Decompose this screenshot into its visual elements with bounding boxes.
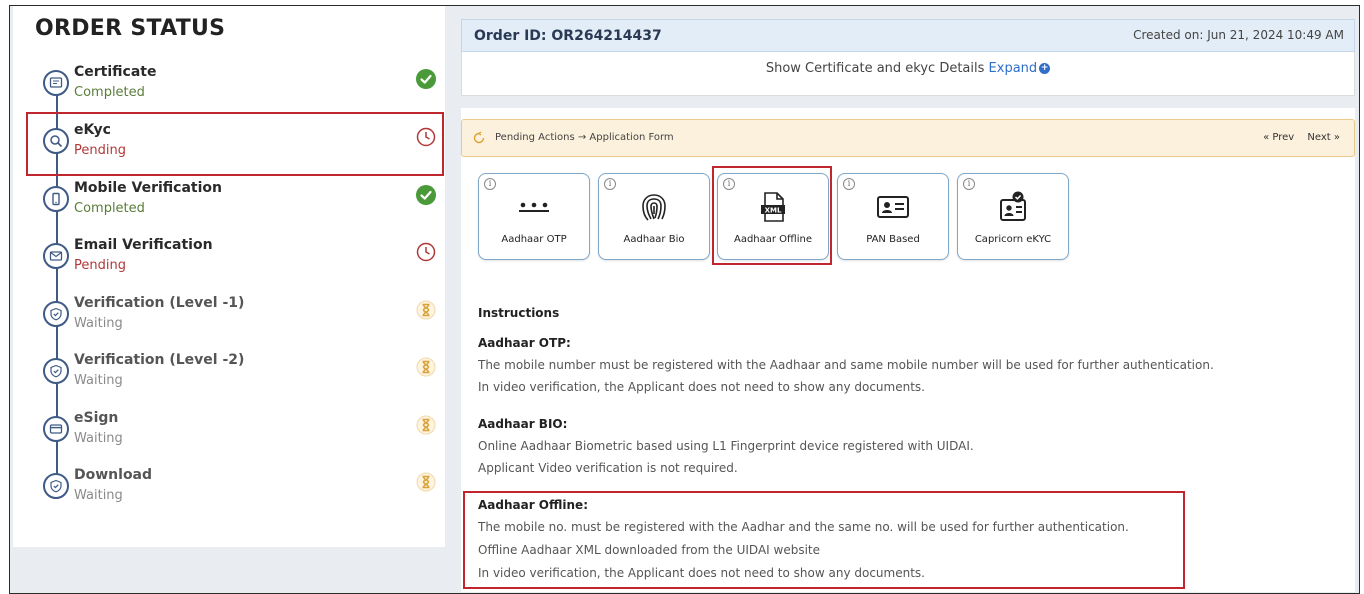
order-header: Order ID: OR264214437 Created on: Jun 21… (461, 19, 1355, 52)
mail-icon (43, 243, 69, 269)
info-icon[interactable]: i (484, 178, 496, 190)
order-status-panel: ORDER STATUS Certificate Completed eKyc … (13, 6, 445, 547)
hourglass-icon (416, 472, 436, 492)
order-id: Order ID: OR264214437 (474, 28, 662, 44)
step-title: Email Verification (74, 237, 213, 253)
otp-line: In video verification, the Applicant doe… (478, 380, 925, 394)
check-circle-icon (416, 69, 436, 89)
step-status: Waiting (74, 488, 123, 503)
hourglass-icon (416, 357, 436, 377)
created-date: Created on: Jun 21, 2024 10:49 AM (1133, 28, 1344, 42)
prev-button[interactable]: « Prev (1263, 132, 1294, 143)
hourglass-icon (416, 415, 436, 435)
info-icon[interactable]: i (843, 178, 855, 190)
bio-line: Online Aadhaar Biometric based using L1 … (478, 439, 974, 453)
highlight-box (26, 112, 444, 176)
verified-id-icon (958, 191, 1068, 222)
check-circle-icon (416, 185, 436, 205)
step-title: Verification (Level -2) (74, 352, 245, 368)
details-expander: Show Certificate and ekyc Details Expand… (461, 52, 1355, 96)
step-title: Verification (Level -1) (74, 295, 245, 311)
expand-link[interactable]: Expand (989, 61, 1038, 76)
dots-icon (479, 192, 589, 222)
method-card-capricorn-ekyc[interactable]: i Capricorn eKYC (957, 173, 1069, 260)
otp-line: The mobile number must be registered wit… (478, 358, 1214, 372)
step-title: Download (74, 467, 153, 483)
info-icon[interactable]: i (604, 178, 616, 190)
card-icon (43, 416, 69, 442)
bio-line: Applicant Video verification is not requ… (478, 461, 738, 475)
shield-icon (43, 358, 69, 384)
shield-icon (43, 473, 69, 499)
step-verification-level-2[interactable]: Verification (Level -2) Waiting (13, 352, 445, 404)
method-label: Aadhaar Bio (623, 234, 685, 245)
pager: « Prev Next » (1253, 132, 1340, 143)
clock-icon (416, 242, 436, 262)
hourglass-icon (416, 300, 436, 320)
method-label: Aadhaar OTP (501, 234, 567, 245)
show-details-text: Show Certificate and ekyc Details Expand… (462, 61, 1354, 76)
step-status: Waiting (74, 316, 123, 331)
info-icon[interactable]: i (963, 178, 975, 190)
certificate-icon (43, 70, 69, 96)
next-button[interactable]: Next » (1307, 132, 1340, 143)
step-title: Certificate (74, 64, 157, 80)
method-label: Capricorn eKYC (974, 234, 1052, 245)
fingerprint-icon (599, 192, 709, 222)
step-status: Waiting (74, 373, 123, 388)
step-mobile-verification[interactable]: Mobile Verification Completed (13, 180, 445, 232)
otp-heading: Aadhaar OTP: (478, 336, 571, 350)
shield-icon (43, 301, 69, 327)
step-download[interactable]: Download Waiting (13, 467, 445, 519)
pending-actions-text: Pending Actions → Application Form (495, 132, 674, 143)
step-title: Mobile Verification (74, 180, 223, 196)
step-status: Waiting (74, 431, 123, 446)
step-status: Pending (74, 258, 126, 273)
step-email-verification[interactable]: Email Verification Pending (13, 237, 445, 289)
pending-icon (473, 131, 485, 144)
plus-circle-icon[interactable]: + (1039, 63, 1051, 74)
id-card-icon (838, 192, 948, 222)
mobile-icon (43, 186, 69, 212)
order-status-title: ORDER STATUS (35, 16, 226, 41)
pending-actions-bar: Pending Actions → Application Form « Pre… (461, 119, 1355, 157)
method-card-aadhaar-bio[interactable]: i Aadhaar Bio (598, 173, 710, 260)
step-certificate[interactable]: Certificate Completed (13, 64, 445, 116)
instructions-title: Instructions (478, 306, 560, 320)
highlight-box (463, 491, 1185, 589)
step-title: eSign (74, 410, 119, 426)
bio-heading: Aadhaar BIO: (478, 417, 568, 431)
step-status: Completed (74, 201, 145, 216)
method-card-aadhaar-otp[interactable]: i Aadhaar OTP (478, 173, 590, 260)
show-details-label: Show Certificate and ekyc Details (765, 61, 985, 76)
method-label: PAN Based (866, 234, 920, 245)
step-status: Completed (74, 85, 145, 100)
method-card-pan-based[interactable]: i PAN Based (837, 173, 949, 260)
step-verification-level-1[interactable]: Verification (Level -1) Waiting (13, 295, 445, 347)
highlight-box (712, 166, 832, 265)
step-esign[interactable]: eSign Waiting (13, 410, 445, 462)
